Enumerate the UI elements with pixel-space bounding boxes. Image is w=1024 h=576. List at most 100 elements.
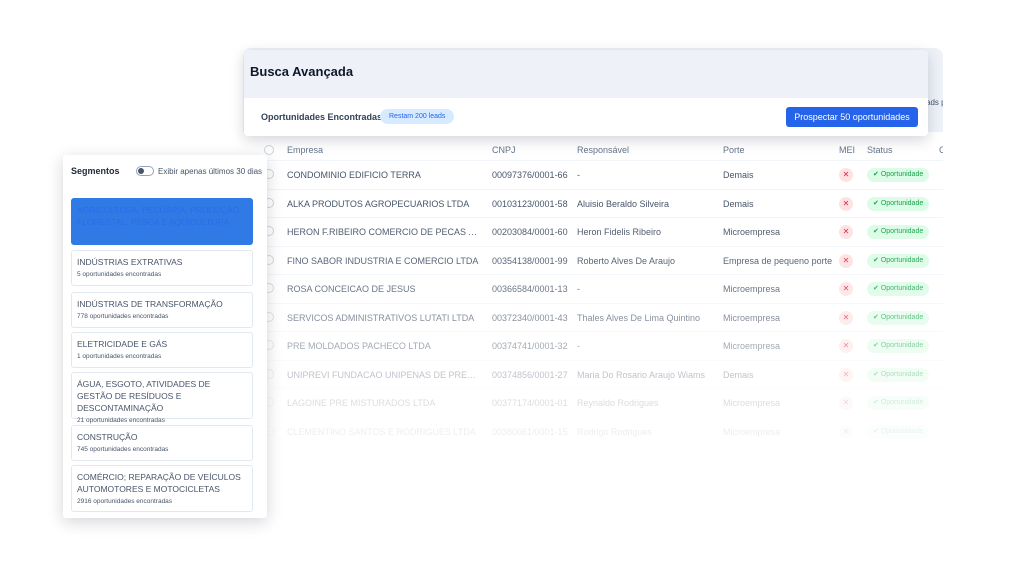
- cell-responsavel: Rodrigo Rodrigues: [577, 426, 653, 437]
- cell-responsavel: Thales Alves De Lima Quintino: [577, 312, 701, 323]
- column-c[interactable]: C: [939, 145, 943, 155]
- check-icon: ✔: [873, 171, 881, 178]
- table-row[interactable]: PRE MOLDADOS PACHECO LTDA 00374741/0001-3…: [243, 331, 943, 359]
- status-badge: ✔ Oportunidade: [867, 367, 930, 382]
- column-empresa[interactable]: Empresa: [287, 145, 323, 155]
- segment-name: INDÚSTRIAS DE TRANSFORMAÇÃO: [77, 299, 223, 309]
- cell-empresa: LAGOINE PRE MISTURADOS LTDA: [287, 398, 436, 408]
- mei-no-icon: ✕: [839, 367, 853, 382]
- segment-item[interactable]: ÁGUA, ESGOTO, ATIVIDADES DE GESTÃO DE RE…: [71, 372, 253, 424]
- prospectar-button[interactable]: Prospectar 50 oportunidades: [786, 107, 918, 127]
- check-icon: ✔: [873, 370, 881, 378]
- cell-empresa: PRE MOLDADOS PACHECO LTDA: [287, 341, 431, 351]
- status-badge: ✔ Oportunidade: [867, 339, 930, 353]
- status-badge: ✔ Oportunidade: [867, 196, 930, 211]
- cell-empresa: UNIPREVI FUNDACAO UNIPENAS DE PREVIDENC.…: [287, 369, 482, 380]
- toggle-knob: [138, 168, 144, 174]
- status-badge: ✔ Oportunidade: [867, 396, 930, 410]
- status-label: Oportunidade: [880, 171, 924, 178]
- check-icon: ✔: [873, 427, 881, 435]
- status-label: Oportunidade: [880, 370, 924, 378]
- segment-item[interactable]: AGRICULTURA, PECUÁRIA, PRODUÇÃO FLORESTA…: [71, 198, 253, 245]
- cell-empresa: FINO SABOR INDUSTRIA E COMERCIO LTDA: [287, 255, 479, 266]
- table-row[interactable]: FINO SABOR INDUSTRIA E COMERCIO LTDA 0035…: [243, 245, 943, 274]
- cell-responsavel: Heron Fidelis Ribeiro: [577, 227, 662, 237]
- cell-porte: Microempresa: [723, 426, 781, 437]
- cell-porte: Microempresa: [723, 227, 781, 237]
- column-cnpj[interactable]: CNPJ: [492, 145, 516, 155]
- check-icon: ✔: [873, 342, 881, 349]
- cell-porte: Empresa de pequeno porte: [723, 255, 833, 266]
- cell-responsavel: Reynaldo Rodrigues: [577, 398, 659, 408]
- segment-count: 1 oportunidades encontradas: [77, 353, 162, 360]
- cell-empresa: ROSA CONCEICAO DE JESUS: [287, 284, 416, 294]
- mei-no-icon: ✕: [839, 424, 853, 439]
- table-row[interactable]: CONDOMINIO EDIFICIO TERRA 00097376/0001-6…: [243, 160, 943, 188]
- status-badge: ✔ Oportunidade: [867, 282, 930, 296]
- segment-name: CONSTRUÇÃO: [77, 432, 138, 442]
- mei-no-icon: ✕: [839, 282, 853, 296]
- segment-item[interactable]: INDÚSTRIAS DE TRANSFORMAÇÃO 778 oportunid…: [71, 292, 253, 328]
- cell-cnpj: 00103123/0001-58: [492, 198, 568, 209]
- cell-empresa: CONDOMINIO EDIFICIO TERRA: [287, 170, 421, 180]
- segment-item[interactable]: ELETRICIDADE E GÁS 1 oportunidades encont…: [71, 332, 253, 368]
- column-mei[interactable]: MEI: [839, 145, 855, 155]
- check-icon: ✔: [873, 399, 881, 406]
- check-icon: ✔: [873, 313, 881, 321]
- cell-cnpj: 00203084/0001-60: [492, 227, 568, 237]
- cell-cnpj: 00374856/0001-27: [492, 369, 568, 380]
- cell-cnpj: 00372340/0001-43: [492, 312, 568, 323]
- status-label: Oportunidade: [880, 228, 924, 235]
- status-badge: ✔ Oportunidade: [867, 253, 930, 268]
- select-all-checkbox[interactable]: [264, 145, 274, 155]
- table-row[interactable]: UNIPREVI FUNDACAO UNIPENAS DE PREVIDENC.…: [243, 359, 943, 388]
- table-row[interactable]: CLEMENTINO SANTOS E RODRIGUES LTDA 003800…: [243, 416, 943, 445]
- segments-panel: Segmentos Exibir apenas últimos 30 dias …: [63, 155, 267, 518]
- table-row[interactable]: HERON F.RIBEIRO COMERCIO DE PECAS AUTOM.…: [243, 217, 943, 245]
- segment-name: COMÉRCIO; REPARAÇÃO DE VEÍCULOS AUTOMOTO…: [77, 472, 241, 494]
- oportunidades-label: Oportunidades Encontradas: [261, 112, 383, 122]
- segment-name: INDÚSTRIAS EXTRATIVAS: [77, 257, 183, 267]
- status-label: Oportunidade: [880, 427, 924, 435]
- segment-count: 778 oportunidades encontradas: [77, 313, 169, 320]
- column-status[interactable]: Status: [867, 145, 893, 155]
- busca-avancada-card: Busca Avançada Oportunidades Encontradas…: [244, 50, 928, 136]
- cell-empresa: ALKA PRODUTOS AGROPECUARIOS LTDA: [287, 198, 470, 209]
- mei-no-icon: ✕: [839, 253, 853, 268]
- status-badge: ✔ Oportunidade: [867, 225, 930, 239]
- segment-item[interactable]: CONSTRUÇÃO 745 oportunidades encontradas: [71, 425, 253, 461]
- status-label: Oportunidade: [880, 199, 924, 207]
- table-row[interactable]: ALKA PRODUTOS AGROPECUARIOS LTDA 00103123…: [243, 188, 943, 217]
- table-row[interactable]: LAGOINE PRE MISTURADOS LTDA 00377174/0001…: [243, 388, 943, 416]
- status-label: Oportunidade: [880, 399, 924, 406]
- status-badge: ✔ Oportunidade: [867, 310, 930, 325]
- cell-responsavel: Aluisio Beraldo Silveira: [577, 198, 670, 209]
- segment-name: AGRICULTURA, PECUÁRIA, PRODUÇÃO FLORESTA…: [77, 205, 240, 227]
- check-icon: ✔: [873, 228, 881, 235]
- last-30-days-toggle[interactable]: [136, 166, 154, 176]
- cell-cnpj: 00380061/0001-15: [492, 426, 568, 437]
- column-porte[interactable]: Porte: [723, 145, 745, 155]
- restam-leads-badge: Restam 200 leads: [380, 109, 455, 124]
- mei-no-icon: ✕: [839, 396, 853, 410]
- segment-item[interactable]: INDÚSTRIAS EXTRATIVAS 5 oportunidades enc…: [71, 250, 253, 286]
- column-responsavel[interactable]: Responsável: [577, 145, 629, 155]
- status-badge: ✔ Oportunidade: [867, 168, 930, 182]
- cell-porte: Demais: [723, 198, 754, 209]
- cell-porte: Microempresa: [723, 398, 781, 408]
- table-row[interactable]: SERVICOS ADMINISTRATIVOS LUTATI LTDA 0037…: [243, 302, 943, 331]
- segment-item[interactable]: COMÉRCIO; REPARAÇÃO DE VEÍCULOS AUTOMOTO…: [71, 465, 253, 512]
- mei-no-icon: ✕: [839, 196, 853, 211]
- mei-no-icon: ✕: [839, 168, 853, 182]
- cell-porte: Microempresa: [723, 312, 781, 323]
- cell-responsavel: Maria Do Rosario Araujo Wiams: [577, 369, 706, 380]
- status-label: Oportunidade: [880, 256, 924, 264]
- cell-porte: Microempresa: [723, 341, 781, 351]
- table-header: Empresa CNPJ Responsável Porte MEI Statu…: [243, 138, 943, 162]
- segment-name: ELETRICIDADE E GÁS: [77, 339, 168, 349]
- cell-responsavel: -: [577, 341, 580, 351]
- cell-responsavel: -: [577, 284, 580, 294]
- cell-porte: Demais: [723, 170, 754, 180]
- table-row[interactable]: ROSA CONCEICAO DE JESUS 00366584/0001-13-…: [243, 274, 943, 302]
- mei-no-icon: ✕: [839, 310, 853, 325]
